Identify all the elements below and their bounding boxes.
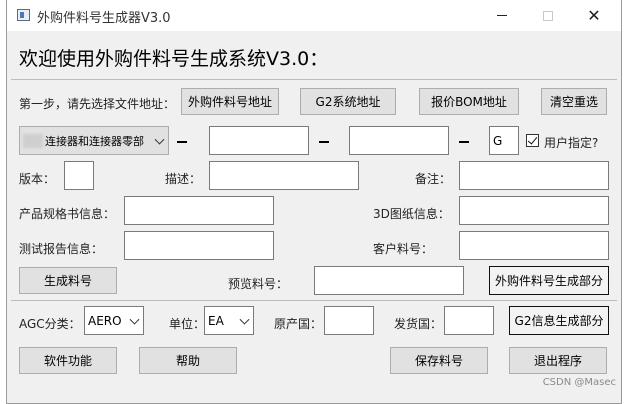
step1-label: 第一步，请先选择文件地址： [19,97,176,111]
dash-separator-1 [177,141,187,143]
g2-system-path-button[interactable]: G2系统地址 [300,88,396,115]
divider-top [11,79,617,80]
chevron-down-icon [154,134,165,145]
exit-button[interactable]: 退出程序 [509,347,607,374]
preview-field[interactable] [314,266,464,295]
remark-field[interactable] [459,161,609,190]
agc-select-value: AERO [88,313,122,328]
category-select-value: 连接器和连接器零部 [45,134,144,148]
minimize-icon [497,15,507,16]
software-features-button[interactable]: 软件功能 [19,347,117,374]
version-label: 版本： [19,172,56,186]
window-title: 外购件料号生成器V3.0 [37,11,171,26]
agc-label: AGC分类： [19,317,81,331]
customer-pn-field[interactable] [459,231,609,260]
chevron-down-icon [129,314,140,325]
app-window: 外购件料号生成器V3.0 ✕ 欢迎使用外购件料号生成系统V3.0： 第一步，请先… [6,0,622,404]
purchased-section-button[interactable]: 外购件料号生成部分 [489,266,609,295]
description-label: 描述： [165,172,202,186]
code-field-2[interactable] [349,126,449,155]
close-icon: ✕ [587,6,601,25]
watermark: CSDN @Masec [542,377,616,388]
origin-label: 原产国： [274,317,323,331]
ship-field[interactable] [444,306,494,335]
quote-bom-path-button[interactable]: 报价BOM地址 [419,88,519,115]
unit-select-value: EA [208,313,224,328]
code-suffix-field[interactable]: G [489,126,519,155]
version-field[interactable] [64,161,94,190]
user-specified-checkbox[interactable] [526,134,539,147]
maximize-icon [543,10,553,21]
help-button[interactable]: 帮助 [139,347,237,374]
save-pn-button[interactable]: 保存料号 [390,347,488,374]
test-report-label: 测试报告信息： [19,242,104,256]
page-heading: 欢迎使用外购件料号生成系统V3.0： [19,48,329,70]
description-field[interactable] [209,161,359,190]
dash-separator-3 [459,141,469,143]
chevron-down-icon [239,314,250,325]
blurred-prefix [23,133,43,148]
unit-select[interactable]: EA [204,306,254,335]
remark-label: 备注： [415,172,452,186]
close-button[interactable]: ✕ [571,0,617,31]
g2-section-button[interactable]: G2信息生成部分 [509,306,609,335]
maximize-button[interactable] [525,0,571,31]
minimize-button[interactable] [479,0,525,31]
divider-bottom [11,300,617,301]
generate-pn-button[interactable]: 生成料号 [19,267,117,294]
ship-label: 发货国： [394,317,443,331]
user-specified-label: 用户指定? [544,136,599,150]
purchased-pn-path-button[interactable]: 外购件料号地址 [181,88,279,115]
preview-label: 预览料号： [228,277,289,291]
test-report-field[interactable] [124,231,274,260]
app-icon [17,9,30,21]
clear-reset-button[interactable]: 清空重选 [541,88,607,115]
dash-separator-2 [319,141,329,143]
drawing3d-label: 3D图纸信息： [373,207,450,221]
code-field-1[interactable] [209,126,309,155]
spec-field[interactable] [124,196,274,225]
unit-label: 单位： [169,317,206,331]
category-select[interactable]: 连接器和连接器零部 [19,126,169,155]
origin-field[interactable] [324,306,374,335]
title-bar[interactable]: 外购件料号生成器V3.0 ✕ [7,0,621,31]
drawing3d-field[interactable] [459,196,609,225]
customer-pn-label: 客户料号： [373,242,434,256]
agc-select[interactable]: AERO [84,306,144,335]
spec-label: 产品规格书信息： [19,207,116,221]
